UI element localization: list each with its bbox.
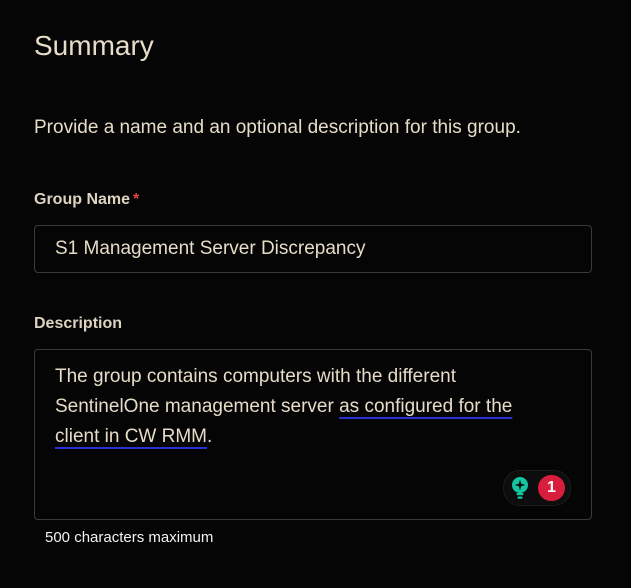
- description-text: The group contains computers with the di…: [55, 362, 545, 452]
- group-name-input[interactable]: [34, 225, 592, 273]
- grammar-checker-widget[interactable]: 1: [503, 470, 571, 506]
- page-subtitle: Provide a name and an optional descripti…: [34, 117, 521, 138]
- issue-count-badge[interactable]: 1: [538, 475, 565, 501]
- page-title: Summary: [34, 30, 154, 61]
- lightbulb-icon: [512, 477, 528, 499]
- summary-panel: Summary Provide a name and an optional d…: [0, 0, 631, 588]
- description-label: Description: [34, 315, 123, 332]
- group-name-label: Group Name *: [34, 190, 139, 210]
- description-textarea[interactable]: The group contains computers with the di…: [34, 349, 592, 520]
- description-text-part2: .: [207, 426, 213, 447]
- character-limit-helper: 500 characters maximum: [45, 529, 214, 546]
- group-name-label-text: Group Name: [34, 191, 131, 208]
- required-marker: *: [133, 191, 140, 208]
